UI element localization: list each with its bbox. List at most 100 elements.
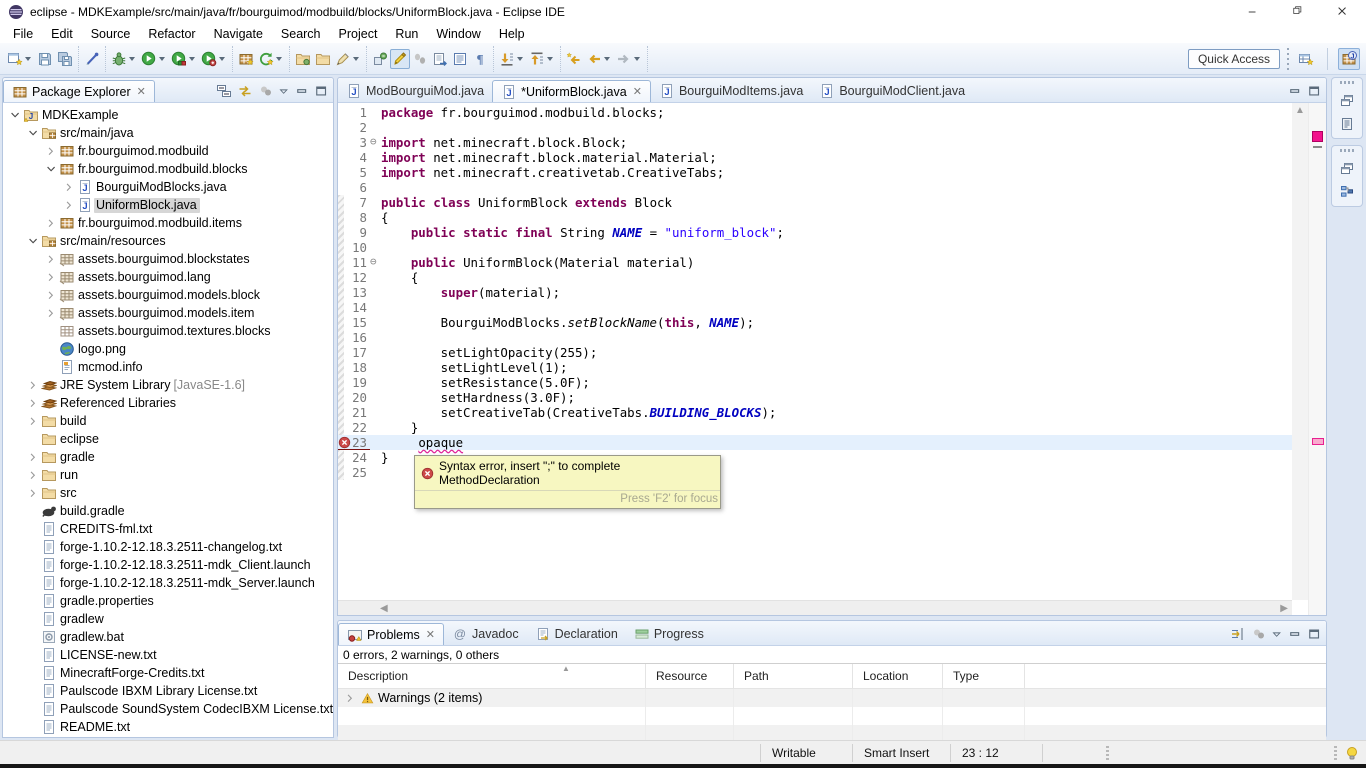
menu-run[interactable]: Run	[386, 25, 427, 43]
tree-item[interactable]: fr.bourguimod.modbuild.blocks	[3, 160, 333, 178]
tree-expander-icon[interactable]	[43, 163, 59, 176]
restore-view-button[interactable]	[1339, 92, 1355, 108]
tree-expander-icon[interactable]	[25, 379, 41, 392]
close-icon[interactable]: ✕	[424, 628, 435, 641]
link-editor-button[interactable]	[237, 83, 253, 99]
tree-item[interactable]: gradle.properties	[3, 592, 333, 610]
tree-item[interactable]: README.txt	[3, 718, 333, 736]
tree-expander-icon[interactable]	[43, 307, 59, 320]
code-line[interactable]: 22 }	[338, 420, 1292, 435]
focus-task-button[interactable]	[1251, 626, 1267, 642]
tab-progress[interactable]: Progress	[626, 623, 712, 645]
problems-row[interactable]: Warnings (2 items)	[338, 689, 1326, 707]
tab-declaration[interactable]: Declaration	[527, 623, 626, 645]
tree-expander-icon[interactable]	[43, 271, 59, 284]
view-menu-button[interactable]	[1272, 626, 1284, 642]
code-line[interactable]: 4import net.minecraft.block.material.Mat…	[338, 150, 1292, 165]
tree-item[interactable]: build	[3, 412, 333, 430]
tree-item[interactable]: MinecraftForge-Credits.txt	[3, 664, 333, 682]
editor-tab-label[interactable]: BourguiModItems.java	[679, 84, 803, 98]
code-line[interactable]: 11⊖ public UniformBlock(Material materia…	[338, 255, 1292, 270]
tree-item[interactable]: gradlew.bat	[3, 628, 333, 646]
tree-item-label[interactable]: LICENSE-new.txt	[58, 648, 160, 663]
tree-item-label[interactable]: gradlew.bat	[58, 630, 127, 645]
save-all-button[interactable]	[55, 49, 75, 69]
tree-item-label[interactable]: src/main/resources	[58, 234, 169, 249]
dropdown-arrow-icon[interactable]	[25, 57, 31, 61]
mark-occurrences-button[interactable]	[82, 49, 102, 69]
next-annotation-button[interactable]	[497, 49, 527, 69]
outline-button[interactable]	[1339, 184, 1355, 200]
tree-item-label[interactable]: assets.bourguimod.lang	[76, 270, 214, 285]
show-whitespace-button[interactable]: ¶	[470, 49, 490, 69]
tree-item[interactable]: build.gradle	[3, 502, 333, 520]
dropdown-arrow-icon[interactable]	[189, 57, 195, 61]
last-edit-location-button[interactable]	[564, 49, 584, 69]
tree-item[interactable]: run	[3, 466, 333, 484]
lightbulb-icon[interactable]	[1344, 745, 1360, 761]
editor-tab[interactable]: J*UniformBlock.java✕	[492, 80, 651, 102]
tree-item-label[interactable]: src/main/java	[58, 126, 137, 141]
minimize-view-button[interactable]	[1289, 626, 1303, 642]
code-line[interactable]: 17 setLightOpacity(255);	[338, 345, 1292, 360]
problems-row-label[interactable]: Warnings (2 items)	[378, 691, 482, 705]
editor-tab-label[interactable]: BourguiModClient.java	[839, 84, 965, 98]
view-tab-label[interactable]: Progress	[654, 627, 704, 641]
tree-item[interactable]: assets.bourguimod.models.item	[3, 304, 333, 322]
tree-item-label[interactable]: build.gradle	[58, 504, 128, 519]
open-declaration-button[interactable]	[430, 49, 450, 69]
code-line[interactable]: 3⊖import net.minecraft.block.Block;	[338, 135, 1292, 150]
tree-item-label[interactable]: UniformBlock.java	[94, 198, 200, 213]
search-annotate-button[interactable]	[333, 49, 363, 69]
tree-item[interactable]: JBourguiModBlocks.java	[3, 178, 333, 196]
tree-expander-icon[interactable]	[61, 199, 77, 212]
tab-javadoc[interactable]: @Javadoc	[444, 623, 527, 645]
minimize-view-button[interactable]	[1289, 83, 1303, 99]
menu-file[interactable]: File	[4, 25, 42, 43]
open-task-button[interactable]	[293, 49, 313, 69]
open-perspective-button[interactable]	[1295, 48, 1317, 70]
dropdown-arrow-icon[interactable]	[159, 57, 165, 61]
code-line[interactable]: 13 super(material);	[338, 285, 1292, 300]
fold-collapse-icon[interactable]: ⊖	[370, 135, 381, 150]
drag-handle[interactable]	[1340, 81, 1354, 84]
tree-expander-icon[interactable]	[25, 451, 41, 464]
tree-item-label[interactable]: fr.bourguimod.modbuild	[76, 144, 212, 159]
column-header[interactable]: Resource	[646, 664, 734, 688]
tree-item[interactable]: forge-1.10.2-12.18.3.2511-mdk_Client.lau…	[3, 556, 333, 574]
tab-package-explorer[interactable]: Package Explorer ✕	[3, 80, 155, 102]
editor-tab-label[interactable]: ModBourguiMod.java	[366, 84, 484, 98]
restore-view-button[interactable]	[1339, 160, 1355, 176]
tree-item-label[interactable]: gradlew	[58, 612, 107, 627]
tree-item[interactable]: logo.png	[3, 340, 333, 358]
show-block-button[interactable]	[450, 49, 470, 69]
maximize-view-button[interactable]	[315, 83, 329, 99]
dropdown-arrow-icon[interactable]	[634, 57, 640, 61]
tree-item[interactable]: JUniformBlock.java	[3, 196, 333, 214]
maximize-view-button[interactable]	[1308, 83, 1322, 99]
tree-item-label[interactable]: assets.bourguimod.blockstates	[76, 252, 253, 267]
coverage-button[interactable]	[169, 49, 199, 69]
code-line[interactable]: 23 opaque	[338, 435, 1292, 450]
tree-item-label[interactable]: logo.png	[76, 342, 129, 357]
code-line[interactable]: 14	[338, 300, 1292, 315]
refresh-gradle-button[interactable]	[256, 49, 286, 69]
column-header[interactable]: Location	[853, 664, 943, 688]
tree-item-label[interactable]: gradle	[58, 450, 98, 465]
maximize-view-button[interactable]	[1308, 626, 1322, 642]
editor-tab[interactable]: JBourguiModItems.java	[651, 80, 811, 102]
tree-item[interactable]: forge-1.10.2-12.18.3.2511-mdk_Server.lau…	[3, 574, 333, 592]
code-line[interactable]: 10	[338, 240, 1292, 255]
collapse-all-button[interactable]	[216, 83, 232, 99]
tree-item-label[interactable]: BourguiModBlocks.java	[94, 180, 230, 195]
tree-item-label[interactable]: MinecraftForge-Credits.txt	[58, 666, 207, 681]
tree-item-label[interactable]: fr.bourguimod.modbuild.blocks	[76, 162, 251, 177]
footprints-button[interactable]	[410, 49, 430, 69]
tree-item[interactable]: src/main/resources	[3, 232, 333, 250]
code-line[interactable]: 15 BourguiModBlocks.setBlockName(this, N…	[338, 315, 1292, 330]
menu-search[interactable]: Search	[272, 25, 330, 43]
overview-ruler[interactable]	[1308, 103, 1326, 615]
back-button[interactable]	[584, 49, 614, 69]
code-line[interactable]: 20 setHardness(3.0F);	[338, 390, 1292, 405]
column-header[interactable]: Path	[734, 664, 853, 688]
